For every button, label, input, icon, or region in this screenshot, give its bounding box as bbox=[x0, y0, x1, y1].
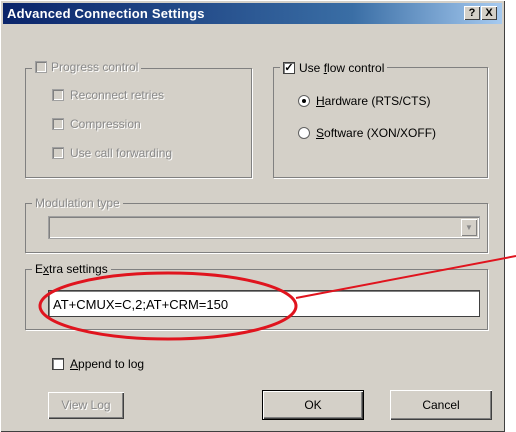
callout-line bbox=[295, 255, 516, 299]
callout-annotation bbox=[38, 255, 516, 341]
highlight-ellipse bbox=[38, 271, 298, 341]
